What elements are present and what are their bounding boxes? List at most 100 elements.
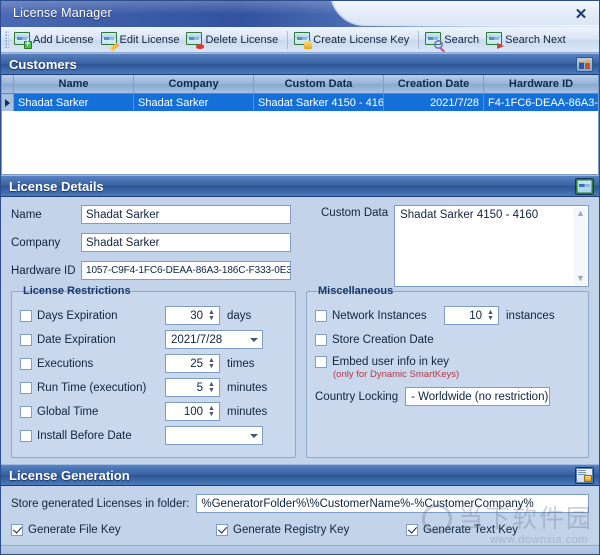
custom-data-scrollbar[interactable]: ▲ ▼ <box>574 207 587 285</box>
column-header-hardware-id[interactable]: Hardware ID <box>484 75 598 93</box>
country-locking-combo[interactable]: - Worldwide (no restriction) <box>405 387 551 406</box>
column-header-creation-date[interactable]: Creation Date <box>384 75 484 93</box>
global-time-spin-buttons[interactable]: ▲ ▼ <box>205 404 218 419</box>
customers-grid-header: Name Company Custom Data Creation Date H… <box>2 75 598 94</box>
scroll-down-icon[interactable]: ▼ <box>576 272 585 285</box>
date-expiration-combo[interactable]: 2021/7/28 <box>165 330 263 349</box>
install-before-date-combo[interactable] <box>165 426 263 445</box>
store-creation-date-row: Store Creation Date <box>315 329 580 350</box>
chevron-down-icon-2 <box>250 433 258 438</box>
executions-row: Executions 25 ▲ ▼ times <box>20 353 287 374</box>
days-expiration-value: 30 <box>190 309 203 322</box>
install-before-date-checkbox[interactable] <box>20 429 32 442</box>
executions-value: 25 <box>190 357 203 370</box>
edit-license-label: Edit License <box>119 33 180 46</box>
network-instances-spin-buttons[interactable]: ▲ ▼ <box>484 308 497 323</box>
embed-user-info-checkbox[interactable] <box>315 356 327 368</box>
generate-text-key-checkbox[interactable] <box>406 524 418 536</box>
customers-grid: Name Company Custom Data Creation Date H… <box>1 75 599 175</box>
folder-row: Store generated Licenses in folder: %Gen… <box>11 494 589 513</box>
toolbar-separator-2 <box>418 30 420 49</box>
generate-registry-key-checkbox[interactable] <box>216 524 228 536</box>
executions-checkbox[interactable] <box>20 357 32 370</box>
global-time-spinner[interactable]: 100 ▲ ▼ <box>165 402 220 421</box>
generate-text-key-row: Generate Text Key <box>406 521 589 539</box>
customers-title: Customers <box>9 56 77 72</box>
date-expiration-value: 2021/7/28 <box>171 333 223 346</box>
create-license-key-icon <box>294 32 313 49</box>
cell-creation-date: 2021/7/28 <box>384 94 484 111</box>
license-restrictions-group: License Restrictions Days Expiration 30 … <box>11 285 296 458</box>
license-details-body: Name Shadat Sarker Company Shadat Sarker… <box>1 197 599 464</box>
search-button[interactable]: Search <box>423 29 484 51</box>
license-manager-window: License Manager ✕ Add License Edit Licen… <box>0 0 600 555</box>
run-time-spin-buttons[interactable]: ▲ ▼ <box>205 380 218 395</box>
global-time-unit: minutes <box>227 405 268 418</box>
title-bar: License Manager ✕ <box>1 1 599 27</box>
toolbar-grip[interactable] <box>5 30 9 49</box>
run-time-row: Run Time (execution) 5 ▲ ▼ minutes <box>20 377 287 398</box>
search-label: Search <box>444 33 480 46</box>
cell-company: Shadat Sarker <box>134 94 254 111</box>
name-input[interactable]: Shadat Sarker <box>81 205 291 224</box>
column-header-name[interactable]: Name <box>14 75 134 93</box>
cell-hardware-id: F4-1FC6-DEAA-86A3-186C-F3 <box>484 94 598 111</box>
network-instances-spinner[interactable]: 10 ▲ ▼ <box>444 306 499 325</box>
days-expiration-spin-buttons[interactable]: ▲ ▼ <box>205 308 218 323</box>
custom-data-textarea[interactable]: Shadat Sarker 4150 - 4160 ▲ ▼ <box>394 205 589 287</box>
generate-file-key-label: Generate File Key <box>28 524 121 536</box>
company-label: Company <box>11 236 61 249</box>
document-lock-icon[interactable] <box>576 468 593 483</box>
column-header-company[interactable]: Company <box>134 75 254 93</box>
custom-data-label: Custom Data <box>321 207 389 219</box>
country-locking-value: - Worldwide (no restriction) <box>411 390 549 403</box>
network-instances-checkbox[interactable] <box>315 309 327 322</box>
create-license-key-label: Create License Key <box>313 33 410 46</box>
license-generation-title: License Generation <box>9 467 130 483</box>
license-details-top: Name Shadat Sarker Company Shadat Sarker… <box>11 205 589 289</box>
create-license-key-button[interactable]: Create License Key <box>292 29 414 51</box>
delete-license-button[interactable]: Delete License <box>184 29 283 51</box>
edit-license-button[interactable]: Edit License <box>99 29 185 52</box>
embed-user-info-label: Embed user info in key <box>332 356 449 368</box>
executions-spinner[interactable]: 25 ▲ ▼ <box>165 354 220 373</box>
name-label: Name <box>11 208 42 221</box>
generate-registry-key-label: Generate Registry Key <box>233 524 350 536</box>
company-input[interactable]: Shadat Sarker <box>81 233 291 252</box>
days-expiration-checkbox[interactable] <box>20 309 32 322</box>
search-next-button[interactable]: Search Next <box>484 29 571 51</box>
column-header-custom-data[interactable]: Custom Data <box>254 75 384 93</box>
global-time-checkbox[interactable] <box>20 405 32 418</box>
monitor-icon[interactable] <box>576 179 593 194</box>
date-expiration-checkbox[interactable] <box>20 333 32 346</box>
row-indicator-header <box>2 75 14 93</box>
folder-input[interactable]: %GeneratorFolder%\%CustomerName%-%Custom… <box>196 494 589 513</box>
executions-spin-buttons[interactable]: ▲ ▼ <box>205 356 218 371</box>
license-details-title: License Details <box>9 178 104 194</box>
run-time-checkbox[interactable] <box>20 381 32 394</box>
generate-registry-key-row: Generate Registry Key <box>216 521 406 539</box>
days-expiration-unit: days <box>227 309 252 322</box>
generate-file-key-checkbox[interactable] <box>11 524 23 536</box>
add-license-button[interactable]: Add License <box>12 29 99 51</box>
generate-text-key-label: Generate Text Key <box>423 524 519 536</box>
window-title: License Manager <box>13 6 112 20</box>
miscellaneous-title: Miscellaneous <box>318 285 394 297</box>
customers-section-header: Customers <box>1 53 599 75</box>
hardware-id-input[interactable]: 1057-C9F4-1FC6-DEAA-86A3-186C-F333-0E3D <box>81 261 291 280</box>
row-arrow-icon <box>5 98 10 107</box>
table-row[interactable]: Shadat Sarker Shadat Sarker Shadat Sarke… <box>2 94 598 111</box>
search-next-label: Search Next <box>505 33 566 46</box>
close-icon[interactable]: ✕ <box>571 4 591 24</box>
edit-license-icon <box>100 32 119 52</box>
scroll-up-icon[interactable]: ▲ <box>576 207 585 220</box>
network-instances-value: 10 <box>469 309 482 322</box>
main-toolbar: Add License Edit License Delete License … <box>1 27 599 53</box>
days-expiration-spinner[interactable]: 30 ▲ ▼ <box>165 306 220 325</box>
title-bar-curve <box>331 1 599 25</box>
cell-name: Shadat Sarker <box>14 94 134 111</box>
run-time-spinner[interactable]: 5 ▲ ▼ <box>165 378 220 397</box>
country-locking-label: Country Locking <box>315 390 399 403</box>
store-creation-date-checkbox[interactable] <box>315 333 327 346</box>
users-icon[interactable] <box>576 57 593 72</box>
